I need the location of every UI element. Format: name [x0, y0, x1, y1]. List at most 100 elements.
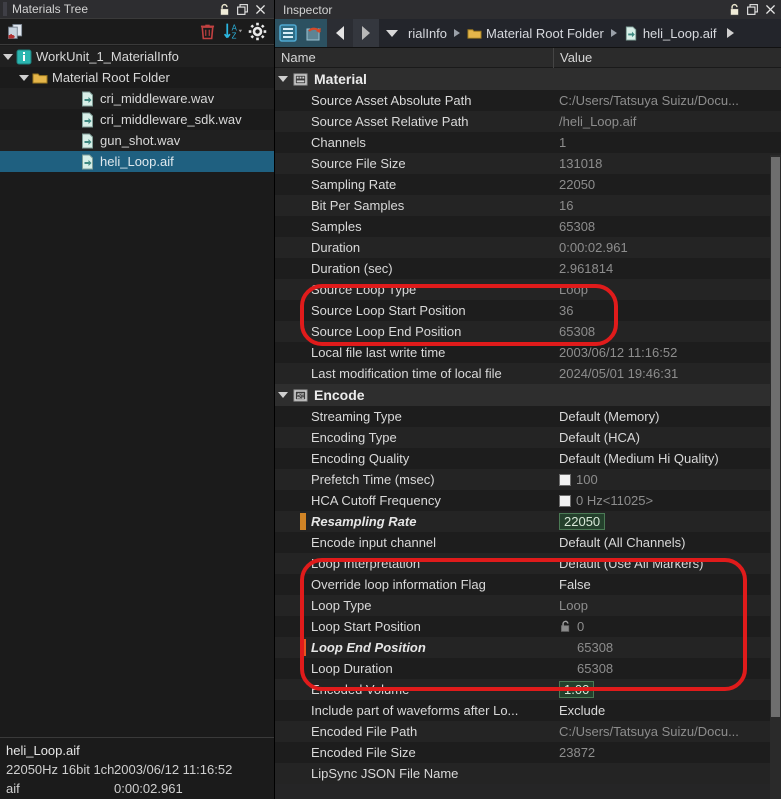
close-icon[interactable]	[254, 3, 267, 16]
tree-node-heli-loop-aif[interactable]: heli_Loop.aif	[0, 151, 274, 172]
breadcrumb-item-material-root-folder[interactable]: Material Root Folder	[486, 26, 604, 41]
settings-gear-icon[interactable]	[247, 21, 268, 42]
property-row-source-loop-type[interactable]: Source Loop Type Loop	[275, 279, 781, 300]
property-row-hca-cutoff-frequency[interactable]: HCA Cutoff Frequency 0 Hz<11025>	[275, 490, 781, 511]
property-value[interactable]: 65308	[553, 640, 781, 655]
property-value[interactable]: 65308	[553, 324, 781, 339]
property-row-encoded-file-size[interactable]: Encoded File Size 23872	[275, 742, 781, 763]
property-value[interactable]: Default (Medium Hi Quality)	[553, 451, 781, 466]
expander-icon[interactable]	[275, 392, 291, 398]
column-header-name[interactable]: Name	[275, 50, 553, 65]
property-value-wrap[interactable]: 0	[553, 619, 781, 634]
property-row-source-asset-absolute-path[interactable]: Source Asset Absolute Path C:/Users/Tats…	[275, 90, 781, 111]
column-header-value[interactable]: Value	[553, 47, 781, 68]
delete-icon[interactable]	[197, 21, 218, 42]
property-row-encoded-volume[interactable]: Encoded Volume 1.00	[275, 679, 781, 700]
property-row-prefetch-time[interactable]: Prefetch Time (msec) 100	[275, 469, 781, 490]
nav-forward-button[interactable]	[353, 19, 379, 47]
restore-icon[interactable]	[746, 3, 759, 16]
property-value[interactable]: Loop	[553, 598, 781, 613]
property-value[interactable]: 131018	[553, 156, 781, 171]
property-row-streaming-type[interactable]: Streaming Type Default (Memory)	[275, 406, 781, 427]
property-value[interactable]: /heli_Loop.aif	[553, 114, 781, 129]
expander-icon[interactable]	[0, 53, 16, 60]
property-row-source-file-size[interactable]: Source File Size 131018	[275, 153, 781, 174]
breadcrumb-item-heli-loop[interactable]: heli_Loop.aif	[643, 26, 717, 41]
property-value[interactable]: 65308	[553, 661, 781, 676]
property-value[interactable]: Default (Memory)	[553, 409, 781, 424]
property-row-loop-end-position[interactable]: Loop End Position 65308	[275, 637, 781, 658]
property-row-encoding-quality[interactable]: Encoding Quality Default (Medium Hi Qual…	[275, 448, 781, 469]
materials-tree-list[interactable]: WorkUnit_1_MaterialInfo Material Root Fo…	[0, 45, 274, 737]
nav-history-button[interactable]	[379, 19, 405, 47]
property-value[interactable]: 23872	[553, 745, 781, 760]
property-row-samples[interactable]: Samples 65308	[275, 216, 781, 237]
property-row-encoded-file-path[interactable]: Encoded File Path C:/Users/Tatsuya Suizu…	[275, 721, 781, 742]
breadcrumb-overflow-icon[interactable]	[726, 28, 734, 38]
sort-az-icon[interactable]: A Z	[222, 21, 243, 42]
property-row-sampling-rate[interactable]: Sampling Rate 22050	[275, 174, 781, 195]
property-row-source-loop-start-position[interactable]: Source Loop Start Position 36	[275, 300, 781, 321]
unlock-icon[interactable]	[559, 620, 572, 633]
copy-material-icon[interactable]	[5, 21, 26, 42]
property-value[interactable]: Default (All Channels)	[553, 535, 781, 550]
property-row-encode-input-channel[interactable]: Encode input channel Default (All Channe…	[275, 532, 781, 553]
restore-icon[interactable]	[236, 3, 249, 16]
tree-node-gun-shot-wav[interactable]: gun_shot.wav	[0, 130, 274, 151]
checkbox-icon[interactable]	[559, 494, 571, 507]
property-value[interactable]: 2003/06/12 11:16:52	[553, 345, 781, 360]
property-value[interactable]: 0:00:02.961	[553, 240, 781, 255]
property-row-source-loop-end-position[interactable]: Source Loop End Position 65308	[275, 321, 781, 342]
property-value[interactable]: 1	[553, 135, 781, 150]
property-value[interactable]: 65308	[553, 219, 781, 234]
property-row-bit-per-samples[interactable]: Bit Per Samples 16	[275, 195, 781, 216]
property-row-channels[interactable]: Channels 1	[275, 132, 781, 153]
property-value[interactable]: C:/Users/Tatsuya Suizu/Docu...	[553, 93, 781, 108]
property-row-loop-duration[interactable]: Loop Duration 65308	[275, 658, 781, 679]
expander-icon[interactable]	[16, 74, 32, 81]
property-value-wrap[interactable]: 0 Hz<11025>	[553, 493, 781, 508]
property-value-wrap[interactable]: 22050	[553, 513, 781, 530]
property-row-loop-type[interactable]: Loop Type Loop	[275, 595, 781, 616]
tree-node-cri-middleware-sdk-wav[interactable]: cri_middleware_sdk.wav	[0, 109, 274, 130]
property-row-include-part-of-waveforms[interactable]: Include part of waveforms after Lo... Ex…	[275, 700, 781, 721]
property-value[interactable]: 2024/05/01 19:46:31	[553, 366, 781, 381]
lock-icon[interactable]	[218, 3, 231, 16]
close-icon[interactable]	[764, 3, 777, 16]
property-row-override-loop-information-flag[interactable]: Override loop information Flag False	[275, 574, 781, 595]
property-value[interactable]: Default (Use All Markers)	[553, 556, 781, 571]
property-row-duration[interactable]: Duration 0:00:02.961	[275, 237, 781, 258]
property-row-resampling-rate[interactable]: Resampling Rate 22050	[275, 511, 781, 532]
tree-node-cri-middleware-wav[interactable]: cri_middleware.wav	[0, 88, 274, 109]
breadcrumb-item-workunit[interactable]: rialInfo	[408, 26, 447, 41]
property-value[interactable]: 36	[553, 303, 781, 318]
property-row-local-file-last-write-time[interactable]: Local file last write time 2003/06/12 11…	[275, 342, 781, 363]
group-header-material[interactable]: Material	[275, 68, 781, 90]
property-value[interactable]: 22050	[553, 177, 781, 192]
property-row-lipsync-json-file-name[interactable]: LipSync JSON File Name	[275, 763, 781, 784]
property-list[interactable]: Material Source Asset Absolute Path C:/U…	[275, 68, 781, 799]
property-value-wrap[interactable]: 1.00	[553, 681, 781, 698]
list-view-button[interactable]	[275, 19, 301, 47]
property-value[interactable]: Default (HCA)	[553, 430, 781, 445]
tree-node-workunit[interactable]: WorkUnit_1_MaterialInfo	[0, 46, 274, 67]
lock-icon[interactable]	[728, 3, 741, 16]
checkbox-icon[interactable]	[559, 473, 571, 486]
revert-button[interactable]	[301, 19, 327, 47]
tree-node-material-root-folder[interactable]: Material Root Folder	[0, 67, 274, 88]
property-value-wrap[interactable]: 100	[553, 472, 781, 487]
property-value[interactable]: C:/Users/Tatsuya Suizu/Docu...	[553, 724, 781, 739]
nav-back-button[interactable]	[327, 19, 353, 47]
property-row-encoding-type[interactable]: Encoding Type Default (HCA)	[275, 427, 781, 448]
property-row-source-asset-relative-path[interactable]: Source Asset Relative Path /heli_Loop.ai…	[275, 111, 781, 132]
property-row-loop-start-position[interactable]: Loop Start Position 0	[275, 616, 781, 637]
property-value[interactable]: 1.00	[559, 681, 595, 698]
property-row-duration-sec[interactable]: Duration (sec) 2.961814	[275, 258, 781, 279]
property-value[interactable]: 22050	[559, 513, 606, 530]
property-row-last-modification-time-of-local-file[interactable]: Last modification time of local file 202…	[275, 363, 781, 384]
expander-icon[interactable]	[275, 76, 291, 82]
property-value[interactable]: False	[553, 577, 781, 592]
inspector-scrollbar-thumb[interactable]	[771, 157, 780, 717]
property-value[interactable]: Loop	[553, 282, 781, 297]
property-value[interactable]: 16	[553, 198, 781, 213]
